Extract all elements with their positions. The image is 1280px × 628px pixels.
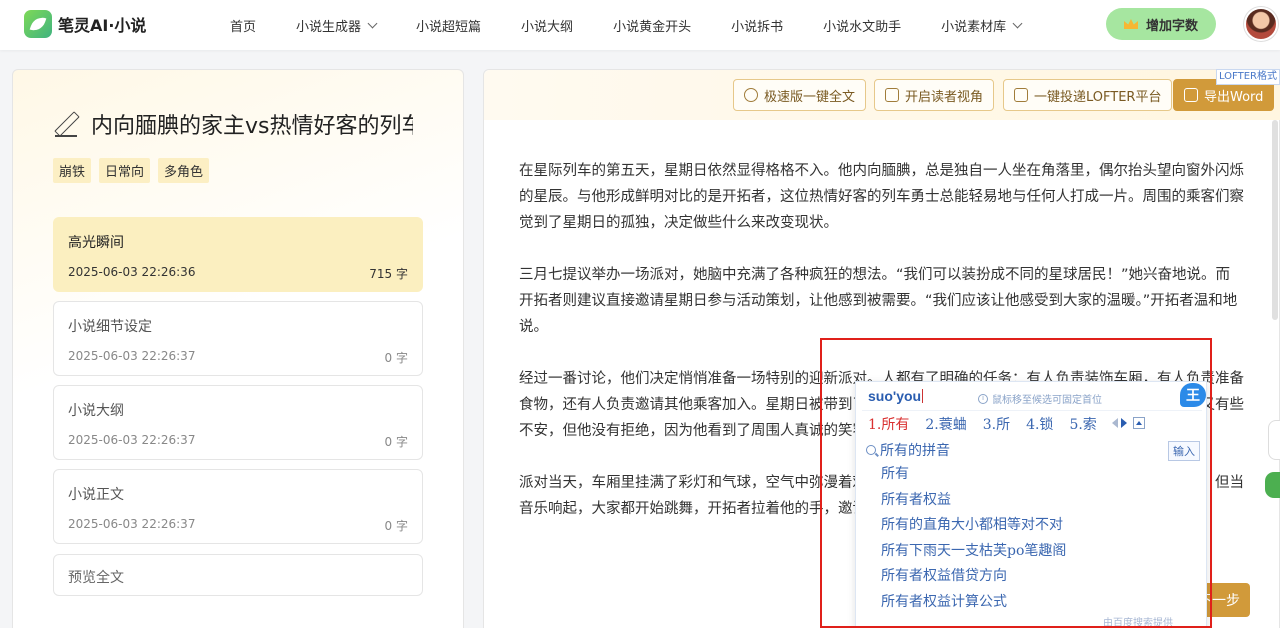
button-label: 一键投递LOFTER平台 xyxy=(1034,89,1162,105)
crown-icon xyxy=(1123,19,1138,29)
reader-view-button[interactable]: 开启读者视角 xyxy=(874,79,995,111)
nav-book-breakdown[interactable]: 小说拆书 xyxy=(731,16,783,35)
add-words-button[interactable]: 增加字数 xyxy=(1106,8,1216,40)
tag: 多角色 xyxy=(158,158,210,183)
card-title: 小说细节设定 xyxy=(68,319,152,335)
section-card-outline[interactable]: 小说大纲 2025-06-03 22:26:37 0 字 xyxy=(53,385,423,460)
user-avatar[interactable] xyxy=(1244,7,1278,41)
nav-material-library[interactable]: 小说素材库 xyxy=(941,16,1023,35)
tag: 日常向 xyxy=(99,158,151,183)
left-panel: 内向腼腆的家主vs热情好客的列车 崩铁 日常向 多角色 高光瞬间 2025-06… xyxy=(12,69,464,628)
side-float-button[interactable] xyxy=(1265,472,1280,498)
nav-label: 小说超短篇 xyxy=(416,19,482,35)
nav-label: 首页 xyxy=(230,19,257,35)
story-paragraph: 在星际列车的第五天，星期日依然显得格格不入。他内向腼腆，总是独自一人坐在角落里，… xyxy=(519,163,1244,231)
add-words-label: 增加字数 xyxy=(1145,18,1198,34)
history-icon xyxy=(744,88,758,102)
main-nav: 首页 小说生成器 小说超短篇 小说大纲 小说黄金开头 小说拆书 小说水文助手 小… xyxy=(230,0,1061,50)
nav-label: 小说黄金开头 xyxy=(613,19,692,35)
scan-icon xyxy=(885,88,899,102)
scrollbar[interactable] xyxy=(1272,120,1278,320)
nav-short-story[interactable]: 小说超短篇 xyxy=(416,16,481,35)
card-time: 2025-06-03 22:26:36 xyxy=(68,265,196,279)
preview-full-button[interactable]: 预览全文 xyxy=(53,554,423,596)
card-count: 0 字 xyxy=(384,519,408,533)
nav-novel-generator[interactable]: 小说生成器 xyxy=(296,16,378,35)
edit-pencil-icon[interactable] xyxy=(53,111,79,137)
side-widget[interactable] xyxy=(1268,420,1280,460)
card-count: 715 字 xyxy=(369,267,408,281)
card-title: 小说正文 xyxy=(68,487,124,503)
highlight-box xyxy=(820,338,1212,628)
nav-home[interactable]: 首页 xyxy=(230,16,256,35)
card-time: 2025-06-03 22:26:37 xyxy=(68,433,196,447)
lofter-submit-button[interactable]: 一键投递LOFTER平台 xyxy=(1003,79,1173,111)
card-count: 0 字 xyxy=(384,435,408,449)
doc-title[interactable]: 内向腼腆的家主vs热情好客的列车 xyxy=(91,108,413,140)
top-header: 笔灵AI·小说 首页 小说生成器 小说超短篇 小说大纲 小说黄金开头 小说拆书 … xyxy=(0,0,1280,50)
button-label: 导出Word xyxy=(1204,89,1264,105)
card-title: 小说大纲 xyxy=(68,403,124,419)
fast-full-text-button[interactable]: 极速版一键全文 xyxy=(733,79,867,111)
document-icon xyxy=(1014,88,1028,102)
logo[interactable]: 笔灵AI·小说 xyxy=(24,10,146,38)
nav-label: 小说素材库 xyxy=(941,19,1007,35)
logo-text: 笔灵AI·小说 xyxy=(58,16,147,35)
chevron-down-icon xyxy=(1012,18,1023,28)
card-time: 2025-06-03 22:26:37 xyxy=(68,517,196,531)
preview-label: 预览全文 xyxy=(68,570,124,586)
nav-outline[interactable]: 小说大纲 xyxy=(521,16,573,35)
doc-title-row: 内向腼腆的家主vs热情好客的列车 xyxy=(53,108,413,140)
nav-filler-assistant[interactable]: 小说水文助手 xyxy=(823,16,901,35)
chevron-down-icon xyxy=(367,18,378,28)
card-title: 高光瞬间 xyxy=(68,235,124,251)
story-paragraph: 三月七提议举办一场派对，她脑中充满了各种疯狂的想法。“我们可以装扮成不同的星球居… xyxy=(519,267,1238,335)
tag-list: 崩铁 日常向 多角色 xyxy=(53,158,210,183)
tag: 崩铁 xyxy=(53,158,92,183)
nav-label: 小说大纲 xyxy=(521,19,574,35)
section-card-body[interactable]: 小说正文 2025-06-03 22:26:37 0 字 xyxy=(53,469,423,544)
card-time: 2025-06-03 22:26:37 xyxy=(68,349,196,363)
logo-leaf-icon xyxy=(24,10,52,38)
nav-label: 小说生成器 xyxy=(296,19,362,35)
editor-toolbar: 极速版一键全文 开启读者视角 一键投递LOFTER平台 导出Word xyxy=(484,70,1280,120)
nav-label: 小说水文助手 xyxy=(823,19,902,35)
nav-golden-opening[interactable]: 小说黄金开头 xyxy=(613,16,691,35)
nav-label: 小说拆书 xyxy=(731,19,784,35)
card-count: 0 字 xyxy=(384,351,408,365)
lofter-format-badge: LOFTER格式 xyxy=(1216,69,1280,85)
button-label: 开启读者视角 xyxy=(905,89,984,105)
download-icon xyxy=(1184,88,1198,102)
section-card-details[interactable]: 小说细节设定 2025-06-03 22:26:37 0 字 xyxy=(53,301,423,376)
section-card-highlight[interactable]: 高光瞬间 2025-06-03 22:26:36 715 字 xyxy=(53,217,423,292)
button-label: 极速版一键全文 xyxy=(764,89,856,105)
